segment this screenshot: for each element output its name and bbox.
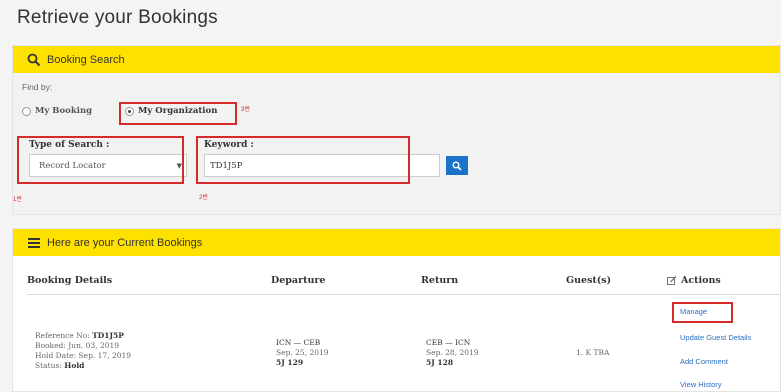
menu-icon bbox=[27, 236, 41, 250]
col-actions-label: Actions bbox=[681, 275, 721, 286]
current-bookings-header: Here are your Current Bookings bbox=[13, 229, 780, 256]
search-icon bbox=[27, 53, 41, 67]
search-button[interactable] bbox=[446, 156, 468, 175]
annotation-box-organization bbox=[119, 102, 237, 125]
current-bookings-title: Here are your Current Bookings bbox=[47, 236, 203, 249]
col-actions: Actions bbox=[667, 275, 721, 286]
annotation-label-3: 3번 bbox=[241, 107, 250, 113]
return-date: Sep. 28, 2019 bbox=[426, 348, 479, 357]
reference-value: TD1J5P bbox=[92, 331, 124, 340]
booked-date: Booked: Jun. 03, 2019 bbox=[35, 341, 120, 350]
departure-route: ICN — CEB bbox=[276, 338, 321, 347]
annotation-label-1: 1번 bbox=[13, 197, 22, 203]
radio-my-booking-label: My Booking bbox=[35, 106, 93, 116]
booking-search-panel: Booking Search Find by: My Booking My Or… bbox=[12, 45, 781, 215]
radio-my-booking[interactable]: My Booking bbox=[22, 106, 92, 116]
annotation-label-2: 2번 bbox=[199, 195, 208, 201]
return-flight: 5J 128 bbox=[426, 358, 454, 367]
page-title: Retrieve your Bookings bbox=[17, 7, 218, 28]
booking-search-header: Booking Search bbox=[13, 46, 780, 73]
search-icon bbox=[452, 161, 462, 171]
edit-icon bbox=[667, 275, 677, 285]
current-bookings-panel: Here are your Current Bookings Booking D… bbox=[12, 228, 781, 392]
update-guest-details-link[interactable]: Update Guest Details bbox=[680, 333, 751, 342]
booking-details-cell: Reference No: TD1J5P Booked: Jun. 03, 20… bbox=[35, 331, 131, 371]
hold-date: Hold Date: Sep. 17, 2019 bbox=[35, 351, 132, 360]
annotation-box-manage bbox=[672, 302, 733, 323]
guests-cell: 1. K TBA bbox=[576, 348, 610, 357]
status-value: Hold bbox=[64, 361, 85, 370]
reference-label: Reference No: bbox=[35, 331, 90, 340]
status-label: Status: bbox=[35, 361, 62, 370]
find-by-label: Find by: bbox=[22, 82, 53, 92]
add-comment-link[interactable]: Add Comment bbox=[680, 357, 728, 366]
departure-date: Sep. 25, 2019 bbox=[276, 348, 329, 357]
col-booking-details: Booking Details bbox=[27, 275, 113, 286]
departure-flight: 5J 129 bbox=[276, 358, 304, 367]
radio-circle[interactable] bbox=[22, 106, 31, 116]
table-divider bbox=[27, 294, 780, 295]
col-departure: Departure bbox=[271, 275, 326, 286]
booking-search-title: Booking Search bbox=[47, 53, 125, 66]
annotation-box-type bbox=[17, 136, 184, 184]
col-guests: Guest(s) bbox=[566, 275, 612, 286]
annotation-box-keyword bbox=[196, 136, 410, 184]
departure-cell: ICN — CEB Sep. 25, 2019 5J 129 bbox=[276, 338, 329, 368]
col-return: Return bbox=[421, 275, 459, 286]
return-cell: CEB — ICN Sep. 28, 2019 5J 128 bbox=[426, 338, 479, 368]
view-history-link[interactable]: View History bbox=[680, 380, 722, 389]
return-route: CEB — ICN bbox=[426, 338, 471, 347]
